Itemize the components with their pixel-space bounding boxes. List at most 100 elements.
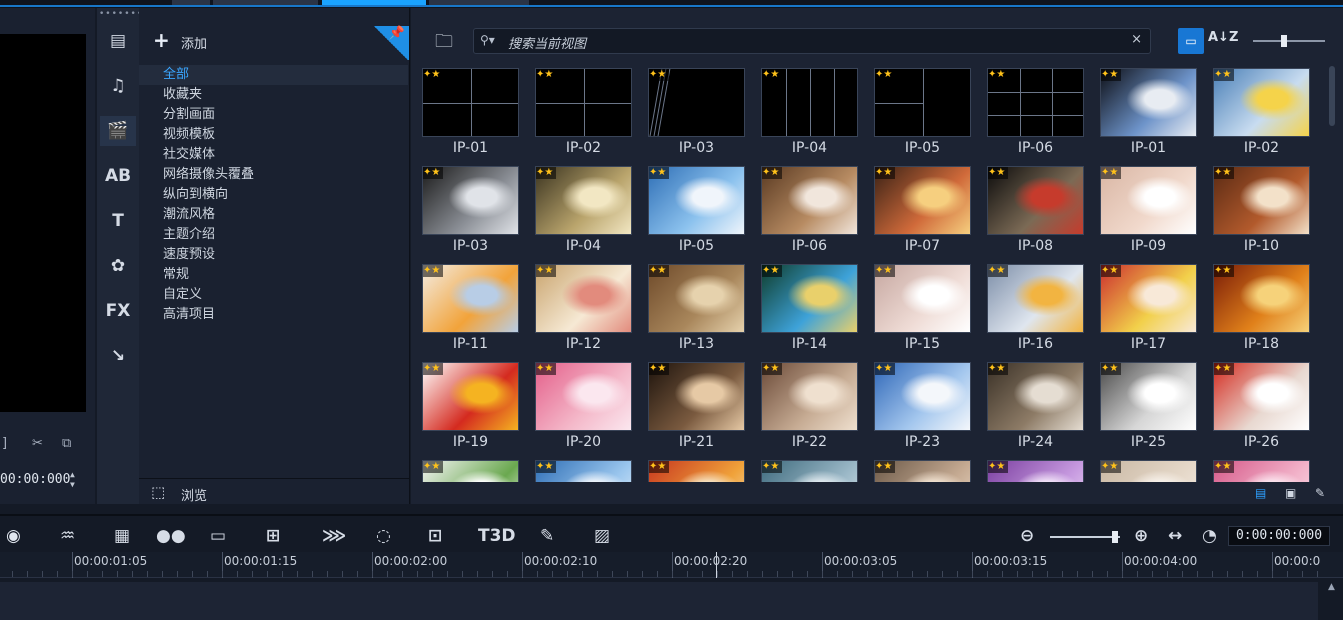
instant-project-icon[interactable]: 🎬 — [100, 116, 136, 146]
3d-title-icon[interactable]: T3D — [478, 526, 516, 546]
category-item[interactable]: 网络摄像头覆叠 — [139, 165, 410, 185]
edit-icon[interactable]: ✎ — [1315, 486, 1325, 500]
search-input[interactable]: 搜索当前视图 — [508, 33, 586, 52]
record-capture-icon[interactable]: ◉ — [6, 526, 21, 546]
category-item[interactable]: 纵向到横向 — [139, 185, 410, 205]
template-tile[interactable]: ✦★ IP-21 — [640, 360, 753, 458]
slider-knob[interactable] — [1281, 35, 1287, 47]
import-folder-icon[interactable]: 🗀 — [435, 29, 453, 59]
graphics-icon[interactable]: ✿ — [100, 251, 136, 281]
media-library-icon[interactable]: ▤ — [100, 26, 136, 56]
template-tile[interactable]: ✦★ IP-03 — [414, 164, 527, 262]
split-screen-icon[interactable]: ⊞ — [266, 526, 280, 546]
template-tile[interactable]: ✦★ IP-16 — [979, 262, 1092, 360]
template-tile[interactable]: ✦★ IP-05 — [866, 66, 979, 164]
template-tile[interactable]: ✦★ — [866, 458, 979, 482]
zoom-out-icon[interactable]: ⊖ — [1020, 526, 1034, 546]
add-category-button[interactable]: + 添加 — [139, 26, 410, 56]
storyboard-icon[interactable]: ▨ — [594, 526, 610, 546]
template-tile[interactable]: ✦★ IP-06 — [753, 164, 866, 262]
category-item[interactable]: 高清项目 — [139, 305, 410, 325]
template-tile[interactable]: ✦★ IP-24 — [979, 360, 1092, 458]
category-item[interactable]: 常规 — [139, 265, 410, 285]
category-item[interactable]: 主题介绍 — [139, 225, 410, 245]
template-tile[interactable]: ✦★ IP-10 — [1205, 164, 1318, 262]
template-tile[interactable]: ✦★ IP-09 — [1092, 164, 1205, 262]
preview-screen[interactable] — [0, 34, 86, 412]
template-tile[interactable]: ✦★ IP-05 — [640, 164, 753, 262]
timeline-timecode[interactable]: 0:00:00:000 — [1228, 526, 1330, 546]
template-tile[interactable]: ✦★ IP-19 — [414, 360, 527, 458]
category-item[interactable]: 视频模板 — [139, 125, 410, 145]
category-item[interactable]: 分割画面 — [139, 105, 410, 125]
template-tile[interactable]: ✦★ IP-04 — [527, 164, 640, 262]
browse-button[interactable]: ⬚ 浏览 — [139, 478, 410, 504]
mark-out-button[interactable]: ] — [2, 436, 7, 451]
template-tile[interactable]: ✦★ IP-15 — [866, 262, 979, 360]
category-item[interactable]: 社交媒体 — [139, 145, 410, 165]
thumbnail-size-slider[interactable] — [1253, 35, 1325, 47]
timeline-ruler[interactable]: 00:00:01:05 00:00:01:15 00:00:02:00 00:00:0… — [0, 552, 1343, 578]
template-tile[interactable]: ✦★ IP-14 — [753, 262, 866, 360]
template-tile[interactable]: ✦★ IP-04 — [753, 66, 866, 164]
template-tile[interactable]: ✦★ IP-01 — [414, 66, 527, 164]
sort-az-icon[interactable]: A↓Z — [1208, 30, 1238, 45]
template-tile[interactable]: ✦★ IP-02 — [1205, 66, 1318, 164]
detail-view-icon[interactable]: ▣ — [1285, 486, 1296, 500]
category-item[interactable]: 速度预设 — [139, 245, 410, 265]
clear-search-icon[interactable]: × — [1131, 32, 1142, 47]
category-item[interactable]: 潮流风格 — [139, 205, 410, 225]
motion-tracking-icon[interactable]: ⋙ — [322, 526, 346, 546]
timeline-track[interactable] — [0, 582, 1318, 620]
category-item[interactable]: 收藏夹 — [139, 85, 410, 105]
clock-icon[interactable]: ◔ — [1202, 526, 1217, 546]
search-box[interactable]: ⚲▾ 搜索当前视图 × — [473, 28, 1151, 54]
template-tile[interactable]: ✦★ — [527, 458, 640, 482]
category-item[interactable]: 自定义 — [139, 285, 410, 305]
template-tile[interactable]: ✦★ — [1205, 458, 1318, 482]
multi-camera-icon[interactable]: ▦ — [114, 526, 130, 546]
auto-music-icon[interactable]: ●● — [156, 526, 186, 546]
template-tile[interactable]: ✦★ IP-25 — [1092, 360, 1205, 458]
template-tile[interactable]: ✦★ IP-11 — [414, 262, 527, 360]
thumbnail-view-button[interactable]: ▭ — [1178, 28, 1204, 54]
fx-filter-icon[interactable]: FX — [100, 296, 136, 326]
audio-icon[interactable]: ♫ — [100, 71, 136, 101]
template-tile[interactable]: ✦★ IP-20 — [527, 360, 640, 458]
timecode-spinner[interactable]: ▲ ▼ — [70, 470, 82, 490]
template-tile[interactable]: ✦★ IP-08 — [979, 164, 1092, 262]
template-tile[interactable]: ✦★ IP-07 — [866, 164, 979, 262]
template-tile[interactable]: ✦★ IP-06 — [979, 66, 1092, 164]
subtitle-editor-icon[interactable]: ▭ — [210, 526, 226, 546]
template-tile[interactable]: ✦★ IP-01 — [1092, 66, 1205, 164]
template-tile[interactable]: ✦★ — [753, 458, 866, 482]
copy-clip-icon[interactable]: ⧉ — [62, 436, 71, 451]
template-tile[interactable]: ✦★ IP-02 — [527, 66, 640, 164]
timeline-zoom-slider[interactable] — [1050, 531, 1120, 543]
zoom-in-icon[interactable]: ⊕ — [1134, 526, 1148, 546]
sound-mixer-icon[interactable]: ♒ — [60, 526, 75, 546]
list-view-icon[interactable]: ▤ — [1255, 486, 1266, 500]
template-tile[interactable]: ✦★ — [414, 458, 527, 482]
template-tile[interactable]: ✦★ — [640, 458, 753, 482]
timeline-scrollbar[interactable]: ▲ — [1320, 582, 1343, 620]
timeline-zoom-knob[interactable] — [1112, 531, 1118, 543]
template-tile[interactable]: ✦★ — [979, 458, 1092, 482]
pan-zoom-icon[interactable]: ⊡ — [428, 526, 442, 546]
split-clip-icon[interactable]: ✂ — [32, 436, 43, 451]
template-tile[interactable]: ✦★ IP-26 — [1205, 360, 1318, 458]
category-item[interactable]: 全部 — [139, 65, 408, 85]
preview-timecode[interactable]: 00:00:000 ▲ ▼ — [0, 470, 95, 492]
template-tile[interactable]: ✦★ IP-23 — [866, 360, 979, 458]
pin-panel-button[interactable]: 📌 — [373, 26, 409, 60]
template-tile[interactable]: ✦★ IP-13 — [640, 262, 753, 360]
library-scrollbar[interactable] — [1327, 66, 1337, 482]
template-tile[interactable]: ✦★ IP-03 — [640, 66, 753, 164]
template-tile[interactable]: ✦★ IP-22 — [753, 360, 866, 458]
library-scroll-thumb[interactable] — [1329, 66, 1335, 126]
template-tile[interactable]: ✦★ IP-12 — [527, 262, 640, 360]
template-tile[interactable]: ✦★ — [1092, 458, 1205, 482]
mask-creator-icon[interactable]: ◌ — [376, 526, 391, 546]
fit-project-icon[interactable]: ↔ — [1168, 526, 1182, 546]
title-icon[interactable]: T — [100, 206, 136, 236]
